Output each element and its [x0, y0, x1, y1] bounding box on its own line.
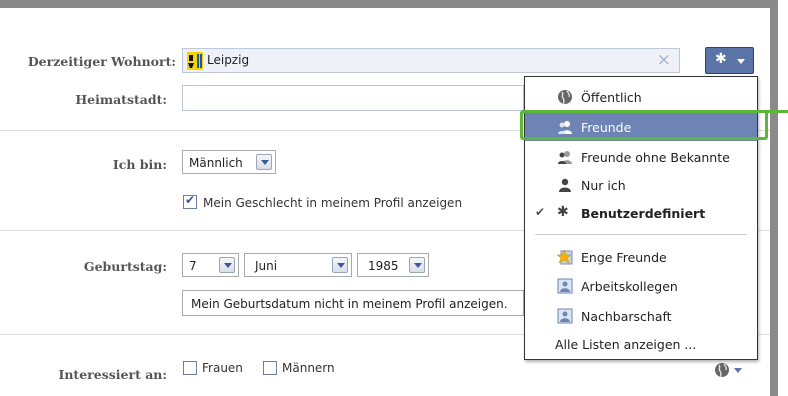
heimatstadt-label: Heimatstadt: [75, 92, 167, 107]
checkmark-icon: ✔ [535, 205, 546, 219]
menu-item-label: Enge Freunde [581, 250, 667, 265]
birth-month-select[interactable]: Juni [244, 253, 352, 277]
privacy-selector-button[interactable]: ✱ [705, 47, 754, 74]
wohnort-value: Leipzig [207, 53, 250, 67]
wohnort-label: Derzeitiger Wohnort: [27, 54, 176, 69]
ich-bin-label: Ich bin: [112, 157, 167, 172]
chevron-down-icon [219, 257, 235, 273]
interest-men-label: Männern [282, 361, 335, 375]
interest-men-checkbox[interactable] [263, 361, 277, 375]
gear-icon: ✱ [557, 204, 569, 220]
globe-icon [558, 90, 572, 105]
friends-except-icon [558, 151, 572, 164]
lock-person-icon [559, 178, 571, 192]
birth-month-value: Juni [255, 259, 278, 273]
menu-item-label: Nur ich [581, 178, 626, 193]
birth-display-value: Mein Geburtsdatum nicht in meinem Profil… [191, 297, 508, 311]
interest-women-checkbox[interactable] [183, 361, 197, 375]
star-icon [557, 249, 573, 265]
show-gender-label: Mein Geschlecht in meinem Profil anzeige… [203, 196, 463, 210]
gender-value: Männlich [189, 156, 243, 170]
menu-item-alle-listen[interactable]: Alle Listen anzeigen ... [525, 330, 757, 358]
window-right-border [770, 0, 778, 396]
menu-item-arbeitskollegen[interactable]: Arbeitskollegen [525, 272, 757, 300]
interessiert-label: Interessiert an: [58, 367, 168, 382]
wohnort-input[interactable]: Leipzig × [182, 48, 680, 73]
list-icon [557, 308, 573, 324]
globe-icon [715, 363, 729, 378]
menu-item-label: Freunde ohne Bekannte [581, 150, 730, 165]
menu-item-label: Nachbarschaft [581, 309, 672, 324]
chevron-down-icon [737, 59, 745, 64]
menu-item-freunde-ohne-bekannte[interactable]: Freunde ohne Bekannte [525, 143, 757, 171]
heimatstadt-input[interactable] [182, 85, 524, 111]
menu-item-nur-ich[interactable]: Nur ich [525, 171, 757, 199]
menu-item-label: Benutzerdefiniert [581, 206, 706, 221]
window-top-border [0, 0, 778, 8]
gear-icon: ✱ [715, 51, 727, 67]
gender-select[interactable]: Männlich [182, 150, 276, 174]
chevron-down-icon [332, 257, 348, 273]
menu-divider [535, 234, 747, 235]
leipzig-coat-of-arms-icon [187, 52, 203, 70]
menu-item-label: Alle Listen anzeigen ... [555, 337, 697, 352]
birth-day-value: 7 [189, 259, 197, 273]
menu-item-label: Öffentlich [581, 90, 642, 105]
birth-year-value: 1985 [368, 259, 399, 273]
chevron-down-icon [409, 257, 425, 273]
remove-location-icon[interactable]: × [657, 50, 671, 70]
birth-display-select[interactable]: Mein Geburtsdatum nicht in meinem Profil… [182, 290, 524, 316]
menu-item-enge-freunde[interactable]: Enge Freunde [525, 243, 757, 271]
list-icon [557, 278, 573, 294]
birth-year-select[interactable]: 1985 [357, 253, 429, 277]
interest-privacy-selector[interactable] [714, 360, 754, 378]
birth-day-select[interactable]: 7 [182, 253, 239, 277]
menu-item-oeffentlich[interactable]: Öffentlich [525, 83, 757, 111]
interest-women-label: Frauen [202, 361, 243, 375]
menu-item-benutzerdefiniert[interactable]: ✔ ✱ Benutzerdefiniert [525, 199, 757, 227]
chevron-down-icon [256, 154, 272, 170]
menu-item-nachbarschaft[interactable]: Nachbarschaft [525, 302, 757, 330]
chevron-down-icon [734, 368, 742, 373]
show-gender-checkbox[interactable] [183, 193, 197, 209]
menu-item-label: Arbeitskollegen [581, 279, 678, 294]
highlight-callout-line [765, 110, 788, 113]
geburtstag-label: Geburtstag: [83, 259, 167, 274]
highlight-callout-box [520, 110, 768, 140]
